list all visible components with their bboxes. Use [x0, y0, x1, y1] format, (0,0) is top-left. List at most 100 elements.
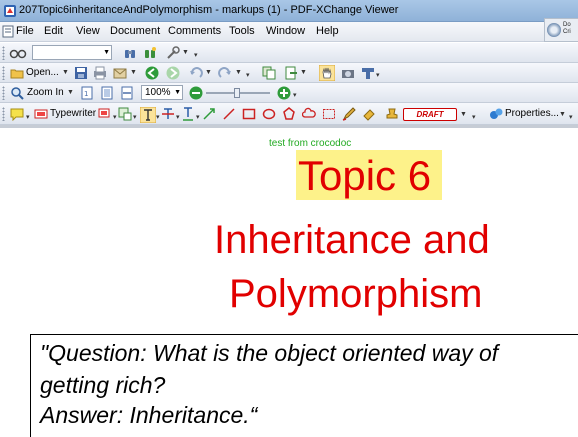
menu-edit[interactable]: Edit [44, 25, 63, 37]
menu-tools[interactable]: Tools [229, 25, 255, 37]
overflow-icon[interactable]: ▾ [246, 71, 250, 79]
callout-icon[interactable] [98, 107, 112, 121]
zoom-slider-thumb[interactable] [234, 88, 240, 98]
chevron-down-icon[interactable]: ▼ [62, 69, 69, 76]
annotation-text[interactable]: test from crocodoc [269, 138, 351, 149]
chevron-down-icon[interactable]: ▼ [205, 69, 212, 76]
pencil-icon[interactable] [342, 107, 356, 121]
magnifier-icon[interactable] [10, 86, 24, 100]
typewriter-icon[interactable] [34, 107, 48, 121]
chevron-down-icon[interactable]: ▼ [182, 49, 189, 56]
chevron-down-icon[interactable]: ▼ [67, 89, 74, 96]
zoom-out-icon[interactable] [189, 86, 203, 100]
menu-view[interactable]: View [76, 25, 100, 37]
folder-open-icon[interactable] [10, 66, 24, 80]
print-icon[interactable] [93, 66, 107, 80]
actual-size-icon[interactable]: 1 [80, 86, 94, 100]
undo-icon[interactable] [189, 66, 203, 80]
glasses-icon[interactable] [9, 46, 27, 60]
document-menu-icon[interactable] [2, 25, 14, 38]
zoom-in-button-label[interactable]: Zoom In [27, 87, 64, 98]
overflow-icon[interactable]: ▾ [472, 113, 476, 121]
fit-width-icon[interactable] [120, 86, 134, 100]
find-binoculars-icon[interactable] [123, 46, 137, 60]
overflow-icon[interactable]: ▾ [133, 113, 137, 121]
textbox-icon[interactable] [118, 107, 132, 121]
chevron-down-icon[interactable]: ▼ [460, 111, 467, 118]
fit-page-icon[interactable] [100, 86, 114, 100]
redo-icon[interactable] [218, 66, 232, 80]
title-bar: 207Topic6inheritanceAndPolymorphism - ma… [0, 0, 578, 22]
menu-document[interactable]: Document [110, 25, 160, 37]
open-button-label[interactable]: Open... [26, 67, 59, 78]
topic-title: Topic 6 [298, 152, 432, 199]
chevron-down-icon[interactable]: ▼ [235, 69, 242, 76]
menu-comments[interactable]: Comments [168, 25, 221, 37]
overflow-icon[interactable]: ▾ [113, 113, 117, 121]
overflow-icon[interactable]: ▾ [156, 113, 160, 121]
rectangle-tool-icon[interactable] [242, 107, 256, 121]
arrow-tool-icon[interactable] [202, 107, 216, 121]
sticky-note-icon[interactable] [10, 107, 24, 121]
strikeout-icon[interactable] [161, 107, 175, 121]
email-icon[interactable] [113, 66, 127, 80]
overflow-icon[interactable]: ▾ [176, 113, 180, 121]
zoom-in-icon[interactable] [277, 86, 291, 100]
chevron-down-icon[interactable]: ▼ [559, 111, 566, 118]
page-export-icon[interactable] [284, 66, 298, 80]
quote-line-1: "Question: What is the object oriented w… [40, 340, 499, 366]
properties-button-label[interactable]: Properties... [505, 108, 559, 119]
toolbar-grip[interactable] [2, 66, 5, 80]
highlight-annotation[interactable]: Topic 6 [296, 150, 442, 200]
overflow-icon[interactable]: ▾ [293, 91, 297, 99]
side-badge[interactable]: Do Cri [544, 18, 578, 42]
polygon-tool-icon[interactable] [282, 107, 296, 121]
chevron-down-icon[interactable]: ▼ [130, 69, 137, 76]
badge-line2: Cri [563, 29, 571, 35]
menu-file[interactable]: File [16, 25, 34, 37]
overflow-icon[interactable]: ▾ [376, 71, 380, 79]
properties-icon[interactable] [489, 107, 503, 121]
page-top-edge [0, 125, 578, 128]
search-binoculars-icon[interactable] [143, 46, 157, 60]
underline-icon[interactable] [181, 107, 195, 121]
forward-arrow-icon[interactable] [166, 66, 180, 80]
badge-line1: Do [563, 22, 571, 28]
chevron-down-icon[interactable]: ▼ [300, 69, 307, 76]
save-icon[interactable] [74, 66, 88, 80]
menu-bar: File Edit View Document Comments Tools W… [0, 22, 578, 42]
draft-stamp-label: DRAFT [416, 110, 444, 119]
menu-window[interactable]: Window [266, 25, 305, 37]
back-arrow-icon[interactable] [145, 66, 159, 80]
draft-stamp-button[interactable]: DRAFT [403, 108, 457, 121]
select-tool-icon[interactable] [361, 66, 375, 80]
hand-tool-icon[interactable] [319, 65, 335, 81]
tools-icon[interactable] [166, 46, 180, 60]
menu-help[interactable]: Help [316, 25, 339, 37]
text-select-icon[interactable] [140, 107, 156, 123]
quote-line-3: Answer: Inheritance.“ [40, 402, 258, 428]
overflow-icon[interactable]: ▾ [26, 113, 30, 121]
chevron-down-icon[interactable]: ▼ [174, 86, 181, 99]
typewriter-button-label[interactable]: Typewriter [50, 108, 96, 119]
overflow-icon[interactable]: ▾ [194, 51, 198, 59]
toolbar-2: Open... ▼ ▼ ▼ ▼ ▾ ▼ ▾ [0, 63, 578, 83]
toolbar-grip[interactable] [2, 46, 5, 60]
toolbar-comments: ▾ Typewriter ▾ ▾ ▾ ▾ ▾ DRAFT ▼ ▾ Propert… [0, 103, 578, 125]
cloud-tool-icon[interactable] [302, 107, 316, 121]
zoom-level-combo[interactable]: 100% ▼ [141, 85, 183, 100]
copy-page-icon[interactable] [262, 66, 276, 80]
overflow-icon[interactable]: ▾ [569, 113, 573, 121]
find-combo[interactable]: ▼ [32, 45, 112, 60]
stamp-icon[interactable] [385, 107, 399, 121]
polyline-tool-icon[interactable] [322, 107, 336, 121]
eraser-icon[interactable] [362, 107, 376, 121]
ellipse-tool-icon[interactable] [262, 107, 276, 121]
toolbar-grip[interactable] [2, 86, 5, 100]
snapshot-icon[interactable] [341, 66, 355, 80]
zoom-slider[interactable] [206, 88, 270, 98]
overflow-icon[interactable]: ▾ [196, 113, 200, 121]
chevron-down-icon[interactable]: ▼ [103, 46, 110, 59]
toolbar-grip[interactable] [2, 107, 5, 121]
line-tool-icon[interactable] [222, 107, 236, 121]
